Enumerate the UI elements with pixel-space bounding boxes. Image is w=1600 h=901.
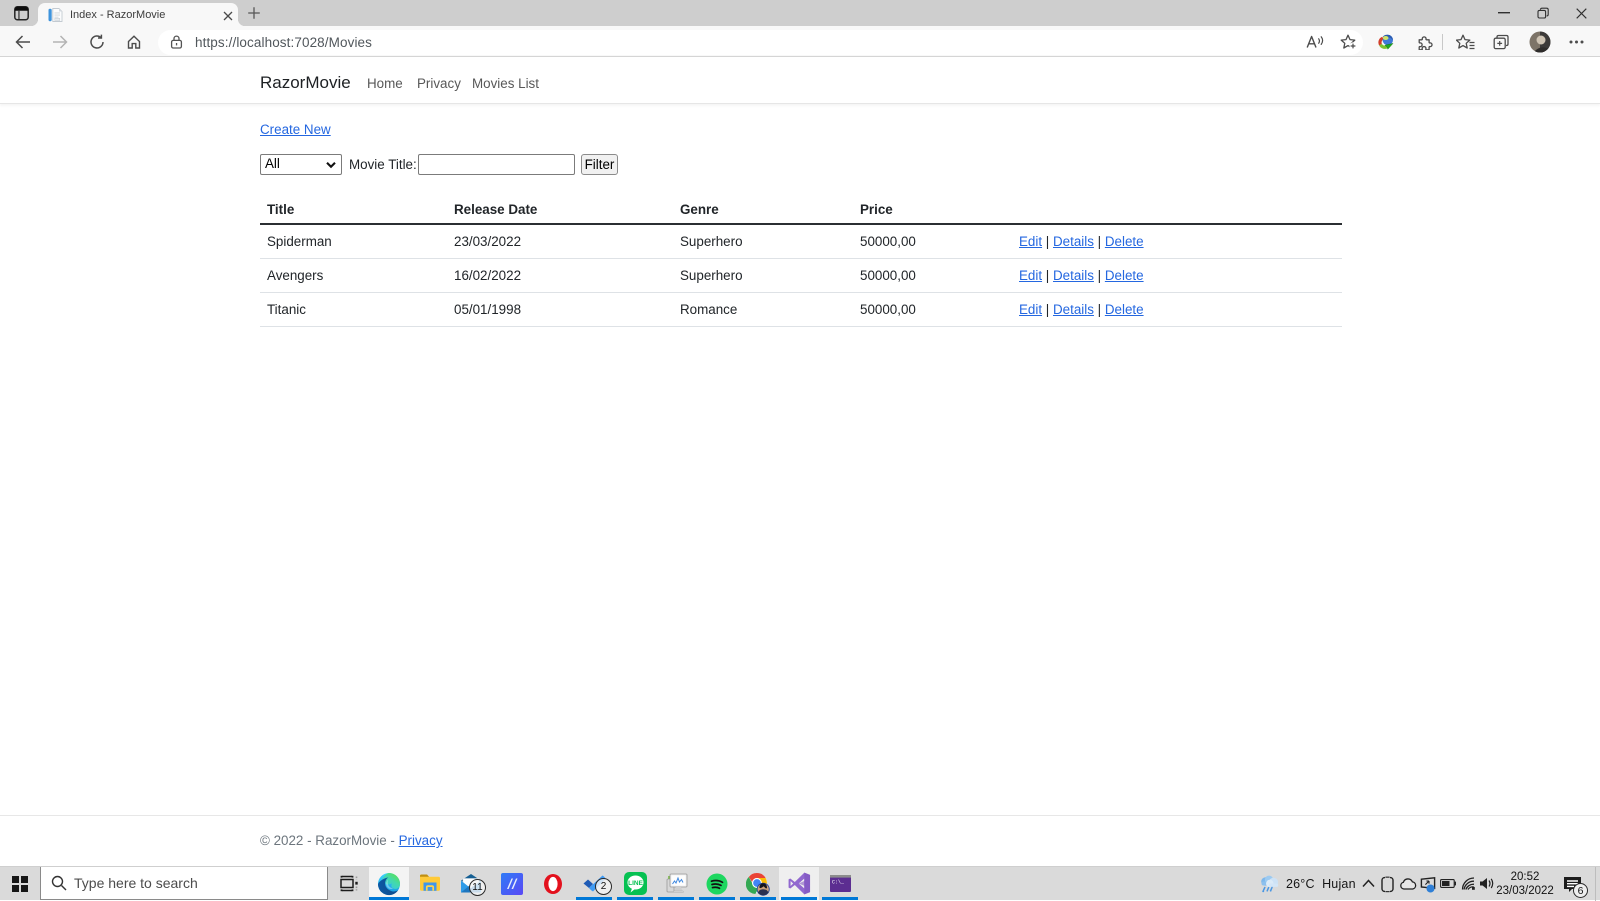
svg-text:C:\_: C:\_	[832, 880, 845, 886]
svg-text:LINE: LINE	[628, 880, 643, 887]
